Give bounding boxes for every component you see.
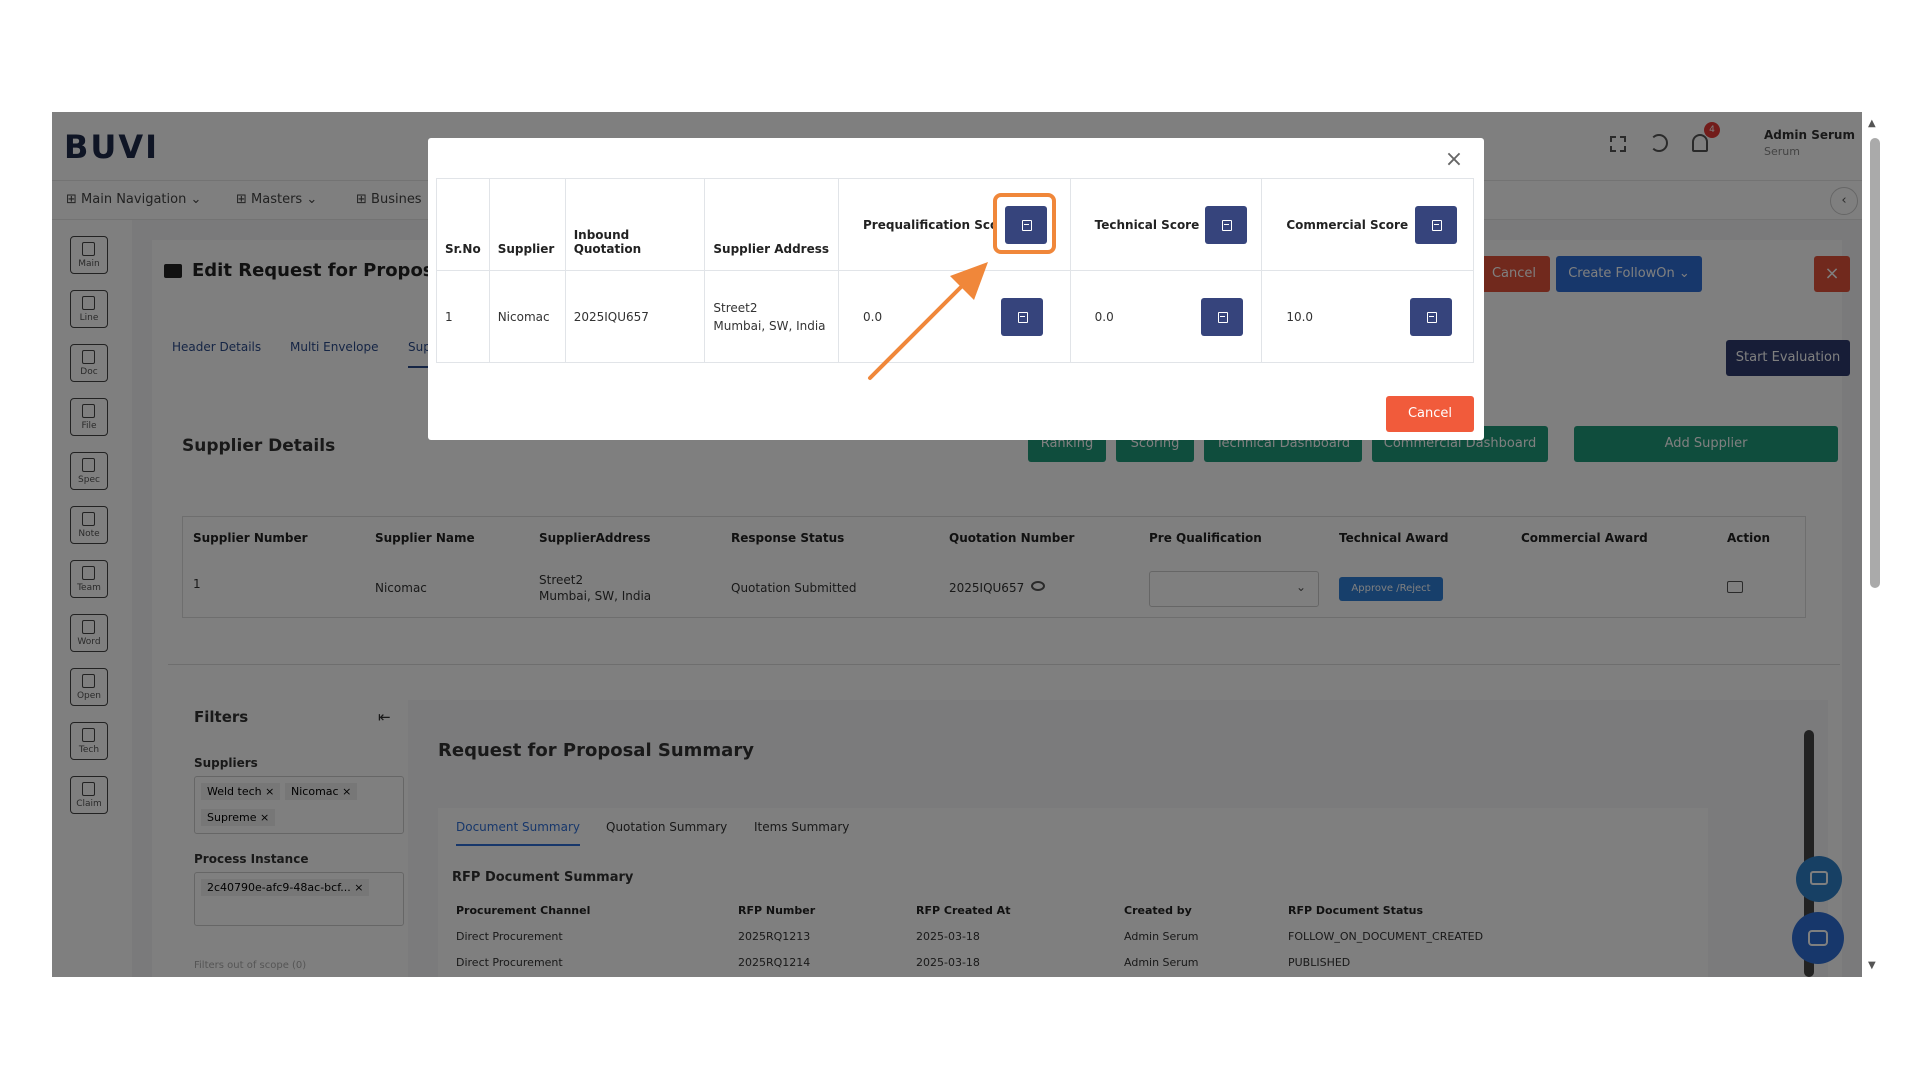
quotation-cell: 2025IQU657 (564, 270, 706, 363)
col-srno: Sr.No (436, 178, 490, 271)
annotation-arrow-icon (868, 262, 988, 380)
prequal-score-button[interactable] (1001, 297, 1044, 336)
col-supplier-address: Supplier Address (704, 178, 840, 271)
commercial-score-value: 10.0 (1286, 309, 1314, 324)
close-icon[interactable]: × (1444, 149, 1464, 171)
scroll-down-icon[interactable]: ▼ (1868, 960, 1876, 971)
commercial-score-button[interactable] (1410, 297, 1453, 336)
technical-score-cell: 0.0 (1069, 270, 1263, 363)
technical-score-button[interactable] (1200, 297, 1243, 336)
col-supplier: Supplier (488, 178, 566, 271)
srno-cell: 1 (436, 270, 490, 363)
address-line1: Street2 (713, 300, 758, 315)
col-technical-score: Technical Score (1069, 178, 1263, 271)
technical-score-label: Technical Score (1094, 217, 1200, 232)
commercial-header-button[interactable] (1414, 205, 1457, 244)
address-cell: Street2 Mumbai, SW, India (704, 270, 840, 363)
address-line2: Mumbai, SW, India (713, 318, 826, 333)
prequalification-score-label: Prequalification Score (863, 217, 996, 232)
highlight-box (993, 193, 1056, 254)
page-scrollbar[interactable]: ▲ ▼ (1868, 118, 1880, 978)
technical-header-button[interactable] (1204, 205, 1247, 244)
scroll-up-icon[interactable]: ▲ (1868, 118, 1876, 129)
commercial-score-cell: 10.0 (1261, 270, 1474, 363)
col-inbound-quotation: Inbound Quotation (564, 178, 706, 271)
modal-cancel-button[interactable]: Cancel (1386, 396, 1474, 432)
scroll-thumb[interactable] (1870, 138, 1880, 588)
col-commercial-score: Commercial Score (1261, 178, 1474, 271)
technical-score-value: 0.0 (1094, 309, 1114, 324)
commercial-score-label: Commercial Score (1286, 217, 1409, 232)
supplier-cell: Nicomac (488, 270, 566, 363)
